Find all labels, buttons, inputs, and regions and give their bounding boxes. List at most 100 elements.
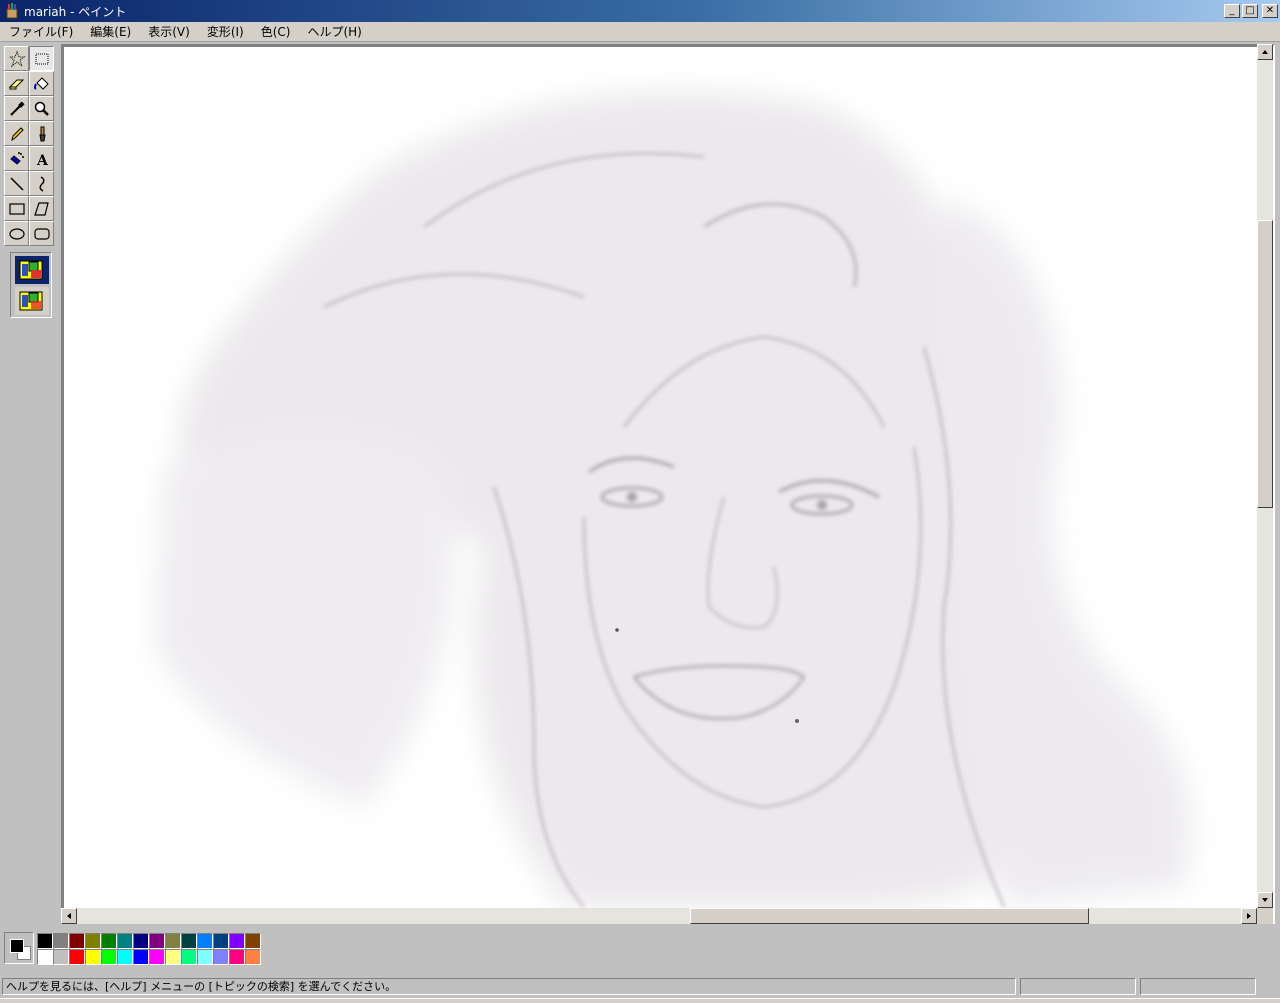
eyedropper-icon <box>9 100 25 116</box>
color-swatch[interactable] <box>245 933 261 949</box>
tool-rect-select[interactable] <box>29 46 54 71</box>
minimize-button[interactable]: _ <box>1224 4 1240 18</box>
color-swatch[interactable] <box>181 949 197 965</box>
menu-bar: ファイル(F) 編集(E) 表示(V) 変形(I) 色(C) ヘルプ(H) <box>0 22 1280 42</box>
tool-box: A <box>4 46 58 318</box>
vertical-scroll-thumb[interactable] <box>1257 220 1273 508</box>
scroll-right-button[interactable] <box>1241 908 1257 924</box>
color-swatch[interactable] <box>245 949 261 965</box>
color-swatch[interactable] <box>53 949 69 965</box>
polygon-icon <box>33 201 49 216</box>
color-swatch[interactable] <box>149 933 165 949</box>
close-button[interactable]: ✕ <box>1262 4 1278 18</box>
horizontal-scroll-thumb[interactable] <box>690 908 1089 924</box>
transparent-option[interactable] <box>15 287 49 315</box>
color-swatch[interactable] <box>53 933 69 949</box>
tool-pick-color[interactable] <box>4 96 29 121</box>
tool-rectangle[interactable] <box>4 196 29 221</box>
status-position <box>1020 978 1136 995</box>
color-swatch[interactable] <box>165 933 181 949</box>
svg-text:A: A <box>36 153 49 168</box>
tool-ellipse[interactable] <box>4 221 29 246</box>
horizontal-scrollbar[interactable] <box>61 908 1257 924</box>
arrow-right-icon <box>1247 913 1251 919</box>
color-swatch[interactable] <box>213 933 229 949</box>
scrollbar-corner <box>1257 908 1273 924</box>
tool-rounded-rectangle[interactable] <box>29 221 54 246</box>
color-swatch[interactable] <box>85 949 101 965</box>
color-swatch[interactable] <box>197 933 213 949</box>
menu-view[interactable]: 表示(V) <box>139 23 198 40</box>
color-swatch[interactable] <box>117 933 133 949</box>
color-swatch[interactable] <box>181 933 197 949</box>
scroll-up-button[interactable] <box>1257 44 1273 60</box>
menu-image[interactable]: 変形(I) <box>198 23 252 40</box>
paint-bucket-icon <box>33 76 49 90</box>
canvas-frame <box>61 44 1275 924</box>
title-bar[interactable]: mariah - ペイント _ □ ✕ <box>0 0 1280 22</box>
tool-curve[interactable] <box>29 171 54 196</box>
color-swatch[interactable] <box>37 949 53 965</box>
color-swatch[interactable] <box>149 949 165 965</box>
current-colors[interactable] <box>4 932 34 964</box>
scroll-left-button[interactable] <box>61 908 77 924</box>
tool-eraser[interactable] <box>4 71 29 96</box>
color-swatch[interactable] <box>85 933 101 949</box>
tool-text[interactable]: A <box>29 146 54 171</box>
brush-icon <box>38 126 46 141</box>
tool-line[interactable] <box>4 171 29 196</box>
color-swatch[interactable] <box>165 949 181 965</box>
scroll-down-button[interactable] <box>1257 892 1273 908</box>
color-swatch[interactable] <box>133 933 149 949</box>
minimize-icon: _ <box>1229 5 1235 16</box>
opaque-option[interactable] <box>15 256 49 284</box>
color-swatch[interactable] <box>229 949 245 965</box>
close-icon: ✕ <box>1265 5 1275 16</box>
arrow-left-icon <box>67 913 71 919</box>
line-icon <box>9 176 24 191</box>
curve-icon <box>39 175 44 192</box>
drawing-canvas[interactable] <box>64 47 1259 909</box>
color-swatch[interactable] <box>37 933 53 949</box>
menu-help[interactable]: ヘルプ(H) <box>298 23 369 40</box>
tool-pencil[interactable] <box>4 121 29 146</box>
color-swatch[interactable] <box>101 949 117 965</box>
color-swatch[interactable] <box>117 949 133 965</box>
color-swatch[interactable] <box>69 949 85 965</box>
taskbar-edge <box>0 998 1280 1003</box>
vertical-scrollbar[interactable] <box>1257 44 1273 908</box>
menu-colors[interactable]: 色(C) <box>252 23 299 40</box>
color-swatch[interactable] <box>69 933 85 949</box>
status-help-text: ヘルプを見るには、[ヘルプ] メニューの [トピックの検索] を選んでください。 <box>2 978 1016 995</box>
airbrush-icon <box>9 151 24 165</box>
transparent-option-icon <box>19 291 43 311</box>
maximize-button[interactable]: □ <box>1242 4 1258 18</box>
foreground-color-swatch[interactable] <box>10 939 24 953</box>
color-swatch[interactable] <box>101 933 117 949</box>
rectangle-icon <box>8 202 25 215</box>
menu-file[interactable]: ファイル(F) <box>0 23 81 40</box>
magnifier-icon <box>34 101 49 116</box>
tool-polygon[interactable] <box>29 196 54 221</box>
tool-airbrush[interactable] <box>4 146 29 171</box>
opaque-option-icon <box>19 260 43 280</box>
tool-brush[interactable] <box>29 121 54 146</box>
tool-free-select[interactable] <box>4 46 29 71</box>
rect-select-icon <box>35 53 48 64</box>
pencil-icon <box>10 126 24 141</box>
tool-fill[interactable] <box>29 71 54 96</box>
swatch-grid <box>37 933 261 965</box>
color-swatch[interactable] <box>197 949 213 965</box>
rounded-rect-icon <box>33 227 50 240</box>
color-swatch[interactable] <box>213 949 229 965</box>
window-title: mariah - ペイント <box>24 4 127 19</box>
color-swatch[interactable] <box>133 949 149 965</box>
arrow-down-icon <box>1262 898 1268 902</box>
paint-app-icon <box>6 3 18 19</box>
eraser-icon <box>8 79 24 89</box>
tool-magnifier[interactable] <box>29 96 54 121</box>
arrow-up-icon <box>1262 50 1268 54</box>
status-bar: ヘルプを見るには、[ヘルプ] メニューの [トピックの検索] を選んでください。 <box>0 976 1280 998</box>
menu-edit[interactable]: 編集(E) <box>81 23 139 40</box>
color-swatch[interactable] <box>229 933 245 949</box>
